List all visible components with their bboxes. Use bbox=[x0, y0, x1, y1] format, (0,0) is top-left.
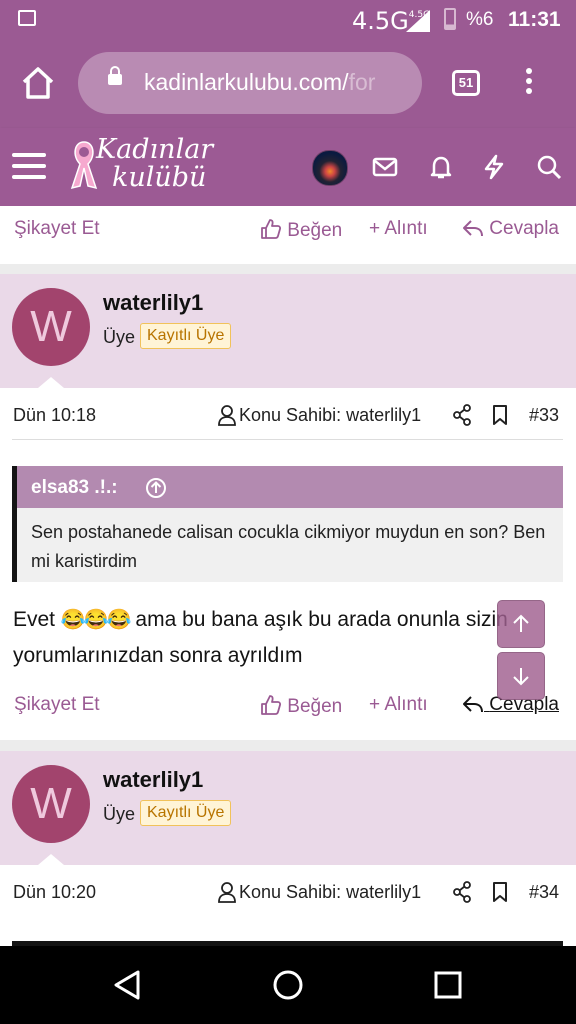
user-block-pointer bbox=[38, 854, 64, 865]
user-avatar[interactable]: W bbox=[12, 765, 90, 843]
post-number[interactable]: #33 bbox=[529, 405, 559, 426]
post-number[interactable]: #34 bbox=[529, 882, 559, 903]
logo-line-1: Kadınlar bbox=[96, 134, 214, 165]
reply-button[interactable]: Cevapla bbox=[462, 218, 559, 240]
home-circle-icon[interactable] bbox=[272, 969, 304, 1001]
thread-owner-label: Konu Sahibi: waterlily1 bbox=[239, 882, 422, 902]
user-badge: Kayıtlı Üye bbox=[140, 323, 232, 349]
post-user-block: W waterlily1 Üye Kayıtlı Üye bbox=[0, 274, 576, 388]
hamburger-menu-icon[interactable] bbox=[12, 153, 46, 186]
share-icon[interactable] bbox=[452, 881, 472, 903]
lightning-icon[interactable] bbox=[482, 154, 506, 180]
browser-toolbar: kadinlarkulubu.com/for 51 bbox=[0, 40, 576, 128]
clock: 11:31 bbox=[508, 8, 561, 31]
thumbs-up-icon bbox=[261, 695, 282, 715]
reply-arrow-icon bbox=[463, 696, 483, 713]
bell-icon[interactable] bbox=[428, 154, 454, 180]
tab-switcher-button[interactable]: 51 bbox=[452, 70, 480, 96]
username[interactable]: waterlily1 bbox=[103, 290, 203, 316]
bookmark-icon[interactable] bbox=[492, 881, 508, 903]
thread-owner-label: Konu Sahibi: waterlily1 bbox=[239, 405, 422, 425]
recents-icon[interactable] bbox=[434, 971, 462, 999]
search-icon[interactable] bbox=[536, 154, 562, 180]
user-icon bbox=[218, 882, 236, 903]
post-body-prefix: Evet bbox=[13, 608, 61, 631]
lock-icon bbox=[108, 66, 122, 85]
quote-button[interactable]: + Alıntı bbox=[369, 218, 428, 240]
signal-icon bbox=[406, 10, 430, 32]
address-bar[interactable]: kadinlarkulubu.com/for bbox=[78, 52, 422, 114]
user-avatar[interactable] bbox=[312, 150, 348, 186]
share-icon[interactable] bbox=[452, 404, 472, 426]
site-logo[interactable]: Kadınlar kulübü bbox=[96, 136, 213, 192]
post-card: W waterlily1 Üye Kayıtlı Üye Dün 10:20 K… bbox=[0, 751, 576, 946]
site-header: Kadınlar kulübü bbox=[0, 128, 576, 206]
divider bbox=[12, 439, 563, 440]
home-icon[interactable] bbox=[20, 66, 56, 100]
bookmark-icon[interactable] bbox=[492, 404, 508, 426]
reply-label: Cevapla bbox=[489, 218, 559, 239]
scroll-up-button[interactable] bbox=[497, 600, 545, 648]
user-badge: Kayıtlı Üye bbox=[140, 800, 232, 826]
battery-icon bbox=[444, 8, 456, 30]
reply-arrow-icon bbox=[463, 220, 483, 237]
post-user-block: W waterlily1 Üye Kayıtlı Üye bbox=[0, 751, 576, 865]
scroll-down-button[interactable] bbox=[497, 652, 545, 700]
system-navigation-bar bbox=[0, 946, 576, 1024]
url-rest: for bbox=[348, 69, 376, 95]
url-text[interactable]: kadinlarkulubu.com/for bbox=[144, 69, 375, 96]
user-role: Üye bbox=[103, 804, 136, 824]
logo-line-2: kulübü bbox=[112, 162, 207, 193]
report-link[interactable]: Şikayet Et bbox=[14, 218, 100, 240]
post-date[interactable]: Dün 10:18 bbox=[13, 405, 96, 426]
arrow-up-circle-icon[interactable] bbox=[145, 477, 167, 499]
user-avatar[interactable]: W bbox=[12, 288, 90, 366]
like-label: Beğen bbox=[287, 696, 343, 717]
like-button[interactable]: Beğen bbox=[260, 694, 342, 718]
overflow-menu-icon[interactable] bbox=[526, 68, 532, 98]
post-actions: Şikayet Et Beğen + Alıntı Cevapla bbox=[0, 210, 576, 250]
thumbs-up-icon bbox=[261, 219, 282, 239]
quote-header[interactable]: elsa83 .!.: bbox=[17, 466, 563, 508]
quote-text: Sen postahanede calisan cocukla cikmiyor… bbox=[31, 522, 546, 571]
quote-button[interactable]: + Alıntı bbox=[369, 694, 428, 716]
arrow-up-icon bbox=[513, 614, 529, 632]
like-label: Beğen bbox=[287, 220, 343, 241]
status-bar: 4.5G4.5G %6 11:31 bbox=[0, 0, 576, 40]
user-role: Üye bbox=[103, 327, 136, 347]
post-date[interactable]: Dün 10:20 bbox=[13, 882, 96, 903]
quote-block: elsa83 .!.: Sen postahanede calisan cocu… bbox=[12, 466, 563, 582]
report-link[interactable]: Şikayet Et bbox=[14, 694, 100, 716]
post-body: Evet 😂😂😂 ama bu bana aşık bu arada onunl… bbox=[13, 602, 573, 673]
post-actions: Şikayet Et Beğen + Alıntı Cevapla bbox=[0, 686, 576, 726]
username[interactable]: waterlily1 bbox=[103, 767, 203, 793]
image-notification-icon bbox=[18, 10, 36, 26]
mail-icon[interactable] bbox=[372, 154, 398, 180]
battery-percent: %6 bbox=[466, 9, 494, 30]
previous-post-footer: Şikayet Et Beğen + Alıntı Cevapla bbox=[0, 206, 576, 264]
user-icon bbox=[218, 405, 236, 426]
like-button[interactable]: Beğen bbox=[260, 218, 342, 242]
quote-author[interactable]: elsa83 .!.: bbox=[31, 477, 118, 499]
arrow-down-icon bbox=[513, 668, 529, 686]
emoji-laughing-icons: 😂😂😂 bbox=[60, 609, 132, 631]
user-block-pointer bbox=[38, 377, 64, 388]
back-icon[interactable] bbox=[112, 969, 142, 1001]
url-main: kadinlarkulubu.com/ bbox=[144, 69, 349, 95]
